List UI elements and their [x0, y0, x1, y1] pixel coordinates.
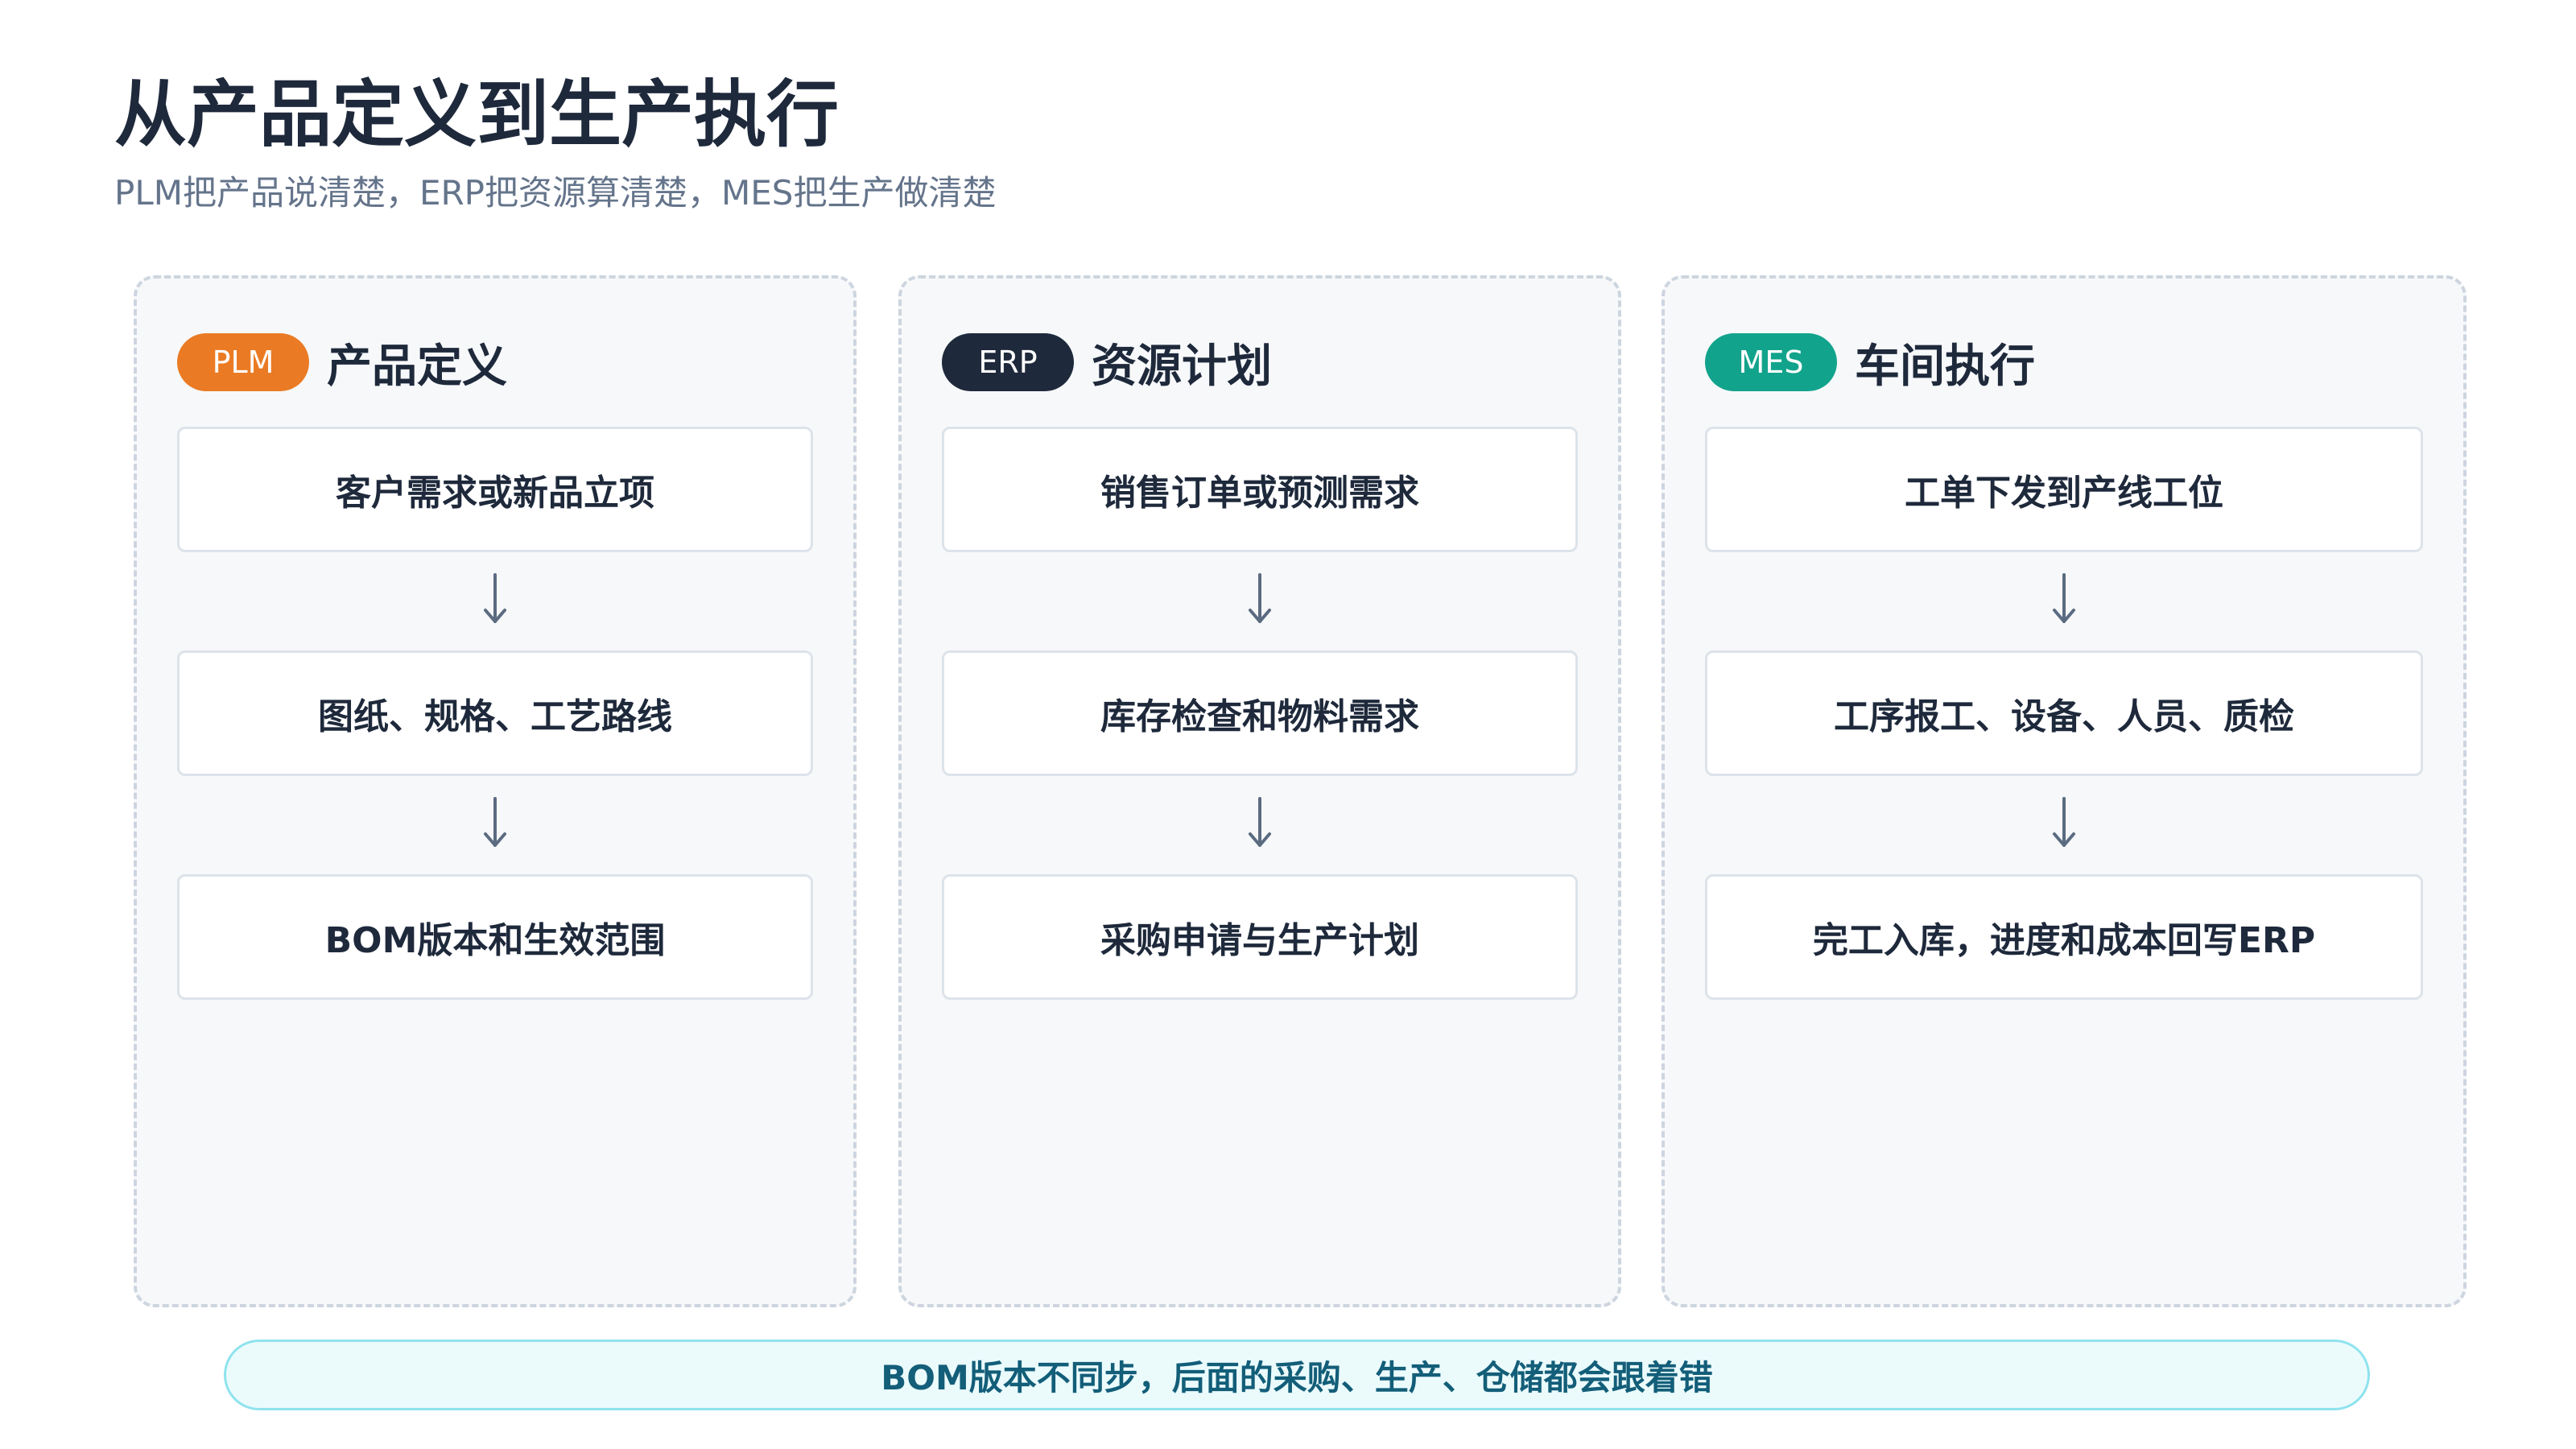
mes-step-1: 工单下发到产线工位	[1705, 427, 2423, 552]
arrow-down-icon	[484, 573, 506, 623]
erp-step-3: 采购申请与生产计划	[942, 874, 1578, 1000]
plm-header: PLM 产品定义	[177, 333, 507, 393]
arrow-down-icon	[1249, 797, 1271, 847]
page-title: 从产品定义到生产执行	[114, 72, 839, 157]
erp-panel: ERP 资源计划 销售订单或预测需求 库存检查和物料需求 采购申请与生产计划	[898, 275, 1621, 1307]
plm-title: 产品定义	[327, 340, 507, 393]
mes-header: MES 车间执行	[1705, 333, 2035, 393]
plm-panel: PLM 产品定义 客户需求或新品立项 图纸、规格、工艺路线 BOM版本和生效范围	[134, 275, 857, 1307]
plm-badge: PLM	[177, 333, 309, 391]
arrow-down-icon	[2053, 797, 2075, 847]
plm-step-3: BOM版本和生效范围	[177, 874, 813, 1000]
erp-step-2: 库存检查和物料需求	[942, 650, 1578, 776]
mes-step-3: 完工入库，进度和成本回写ERP	[1705, 874, 2423, 1000]
arrow-down-icon	[2053, 573, 2075, 623]
mes-panel: MES 车间执行 工单下发到产线工位 工序报工、设备、人员、质检 完工入库，进度…	[1662, 275, 2467, 1307]
arrow-down-icon	[484, 797, 506, 847]
erp-badge: ERP	[942, 333, 1074, 391]
erp-title: 资源计划	[1092, 340, 1272, 393]
slide: 从产品定义到生产执行 PLM把产品说清楚，ERP把资源算清楚，MES把生产做清楚…	[0, 0, 2576, 1449]
plm-step-2: 图纸、规格、工艺路线	[177, 650, 813, 776]
mes-step-2: 工序报工、设备、人员、质检	[1705, 650, 2423, 776]
page-subtitle: PLM把产品说清楚，ERP把资源算清楚，MES把生产做清楚	[114, 173, 997, 213]
footer-note: BOM版本不同步，后面的采购、生产、仓储都会跟着错	[224, 1340, 2370, 1410]
arrow-down-icon	[1249, 573, 1271, 623]
mes-title: 车间执行	[1855, 340, 2035, 393]
erp-step-1: 销售订单或预测需求	[942, 427, 1578, 552]
erp-header: ERP 资源计划	[942, 333, 1272, 393]
mes-badge: MES	[1705, 333, 1837, 391]
plm-step-1: 客户需求或新品立项	[177, 427, 813, 552]
